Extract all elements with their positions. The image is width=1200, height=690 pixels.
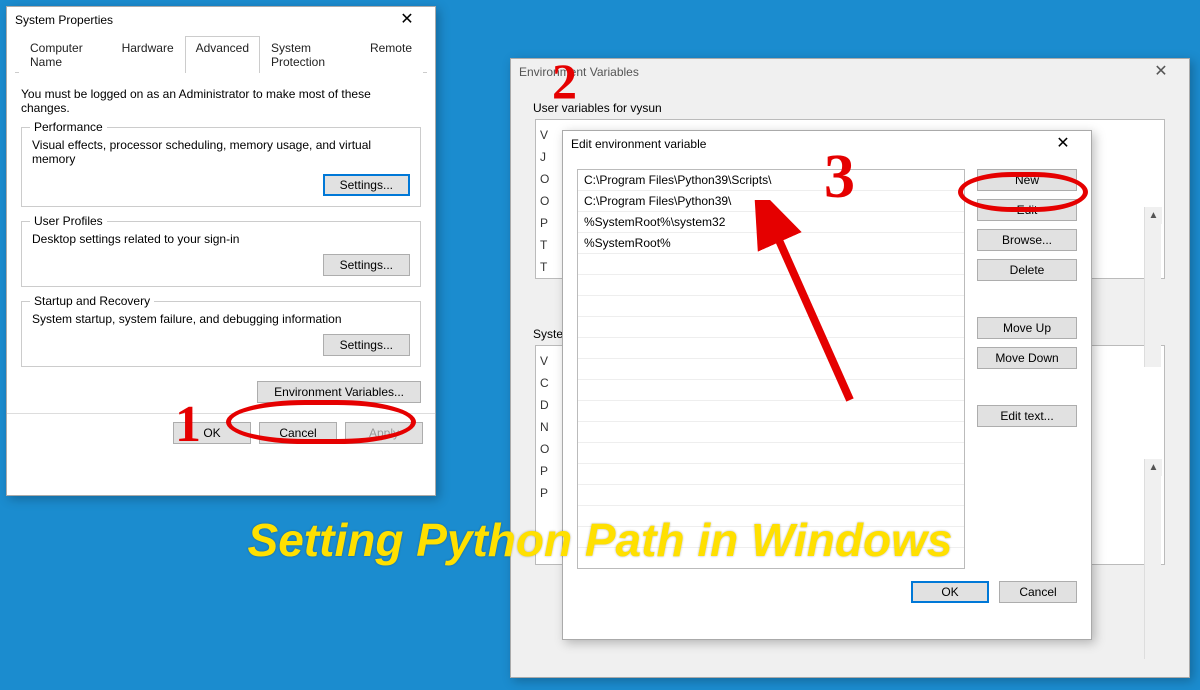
sysprops-bottom-buttons: OK Cancel Apply xyxy=(7,413,435,452)
path-entry-empty[interactable] xyxy=(578,338,964,359)
env-parent-title: Environment Variables xyxy=(519,65,639,79)
sysprops-titlebar: System Properties ✕ xyxy=(7,7,435,33)
move-up-button[interactable]: Move Up xyxy=(977,317,1077,339)
path-entry[interactable]: %SystemRoot%\system32 xyxy=(578,212,964,233)
chevron-up-icon[interactable]: ▲ xyxy=(1145,459,1162,476)
sysprops-title: System Properties xyxy=(15,13,113,27)
edit-ok-button[interactable]: OK xyxy=(911,581,989,603)
user-profiles-settings-button[interactable]: Settings... xyxy=(323,254,410,276)
path-entry-empty[interactable] xyxy=(578,317,964,338)
user-profiles-desc: Desktop settings related to your sign-in xyxy=(32,232,410,246)
edit-dialog-title: Edit environment variable xyxy=(571,137,706,151)
path-entry-empty[interactable] xyxy=(578,275,964,296)
edit-cancel-button[interactable]: Cancel xyxy=(999,581,1077,603)
edit-side-buttons: New Edit Browse... Delete Move Up Move D… xyxy=(977,169,1077,569)
group-user-profiles-label: User Profiles xyxy=(30,214,107,228)
close-icon[interactable]: ✕ xyxy=(387,13,427,27)
path-entry-empty[interactable] xyxy=(578,443,964,464)
sysprops-tabs: Computer Name Hardware Advanced System P… xyxy=(15,35,427,73)
paths-listbox[interactable]: C:\Program Files\Python39\Scripts\ C:\Pr… xyxy=(577,169,965,569)
group-startup-label: Startup and Recovery xyxy=(30,294,154,308)
user-variables-label: User variables for vysun xyxy=(533,101,1171,115)
admin-note: You must be logged on as an Administrato… xyxy=(21,87,421,115)
performance-settings-button[interactable]: Settings... xyxy=(323,174,410,196)
path-entry-empty[interactable] xyxy=(578,254,964,275)
edit-text-button[interactable]: Edit text... xyxy=(977,405,1077,427)
group-user-profiles: User Profiles Desktop settings related t… xyxy=(21,221,421,287)
path-entry-empty[interactable] xyxy=(578,380,964,401)
path-entry-empty[interactable] xyxy=(578,401,964,422)
path-entry[interactable]: C:\Program Files\Python39\ xyxy=(578,191,964,212)
close-icon[interactable]: ✕ xyxy=(1141,65,1181,79)
sysprops-tab-content: You must be logged on as an Administrato… xyxy=(7,73,435,413)
chevron-up-icon[interactable]: ▲ xyxy=(1145,207,1162,224)
path-entry[interactable]: %SystemRoot% xyxy=(578,233,964,254)
sysprops-cancel-button[interactable]: Cancel xyxy=(259,422,337,444)
system-properties-window: System Properties ✕ Computer Name Hardwa… xyxy=(6,6,436,496)
edit-button[interactable]: Edit xyxy=(977,199,1077,221)
browse-button[interactable]: Browse... xyxy=(977,229,1077,251)
path-entry-empty[interactable] xyxy=(578,527,964,548)
path-entry-empty[interactable] xyxy=(578,422,964,443)
group-startup-recovery: Startup and Recovery System startup, sys… xyxy=(21,301,421,367)
path-entry-empty[interactable] xyxy=(578,359,964,380)
scrollbar[interactable]: ▲ xyxy=(1144,207,1161,367)
tab-hardware[interactable]: Hardware xyxy=(111,36,185,73)
environment-variables-button[interactable]: Environment Variables... xyxy=(257,381,421,403)
path-entry-empty[interactable] xyxy=(578,485,964,506)
tab-remote[interactable]: Remote xyxy=(359,36,423,73)
tab-advanced[interactable]: Advanced xyxy=(185,36,260,73)
startup-settings-button[interactable]: Settings... xyxy=(323,334,410,356)
path-entry-empty[interactable] xyxy=(578,464,964,485)
delete-button[interactable]: Delete xyxy=(977,259,1077,281)
close-icon[interactable]: ✕ xyxy=(1043,137,1083,151)
env-parent-titlebar: Environment Variables ✕ xyxy=(511,59,1189,85)
edit-dialog-titlebar: Edit environment variable ✕ xyxy=(563,131,1091,157)
startup-desc: System startup, system failure, and debu… xyxy=(32,312,410,326)
group-performance-label: Performance xyxy=(30,120,107,134)
path-entry-empty[interactable] xyxy=(578,548,964,569)
tab-computer-name[interactable]: Computer Name xyxy=(19,36,111,73)
edit-environment-variable-window: Edit environment variable ✕ C:\Program F… xyxy=(562,130,1092,640)
scrollbar[interactable]: ▲ xyxy=(1144,459,1161,659)
sysprops-apply-button[interactable]: Apply xyxy=(345,422,423,444)
move-down-button[interactable]: Move Down xyxy=(977,347,1077,369)
path-entry-empty[interactable] xyxy=(578,506,964,527)
tab-system-protection[interactable]: System Protection xyxy=(260,36,359,73)
performance-desc: Visual effects, processor scheduling, me… xyxy=(32,138,410,166)
path-entry-empty[interactable] xyxy=(578,296,964,317)
path-entry[interactable]: C:\Program Files\Python39\Scripts\ xyxy=(578,170,964,191)
sysprops-ok-button[interactable]: OK xyxy=(173,422,251,444)
new-button[interactable]: New xyxy=(977,169,1077,191)
group-performance: Performance Visual effects, processor sc… xyxy=(21,127,421,207)
